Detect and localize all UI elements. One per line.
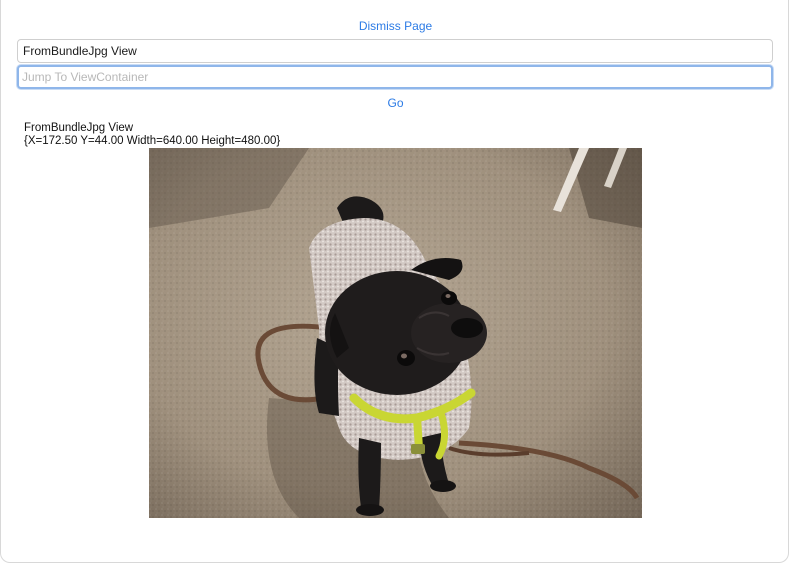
view-info-title: FromBundleJpg View xyxy=(24,122,134,134)
jump-to-view-container-input[interactable] xyxy=(17,65,773,89)
view-info: FromBundleJpg View {X=172.50 Y=44.00 Wid… xyxy=(24,122,280,148)
pug-photo xyxy=(149,148,642,518)
dismiss-page-button[interactable]: Dismiss Page xyxy=(1,18,788,34)
pug-photo-illustration xyxy=(149,148,642,518)
view-name-field[interactable] xyxy=(17,39,773,63)
view-info-frame: {X=172.50 Y=44.00 Width=640.00 Height=48… xyxy=(24,135,281,147)
app-window: Dismiss Page Go FromBundleJpg View {X=17… xyxy=(0,0,789,563)
go-button[interactable]: Go xyxy=(1,95,788,111)
